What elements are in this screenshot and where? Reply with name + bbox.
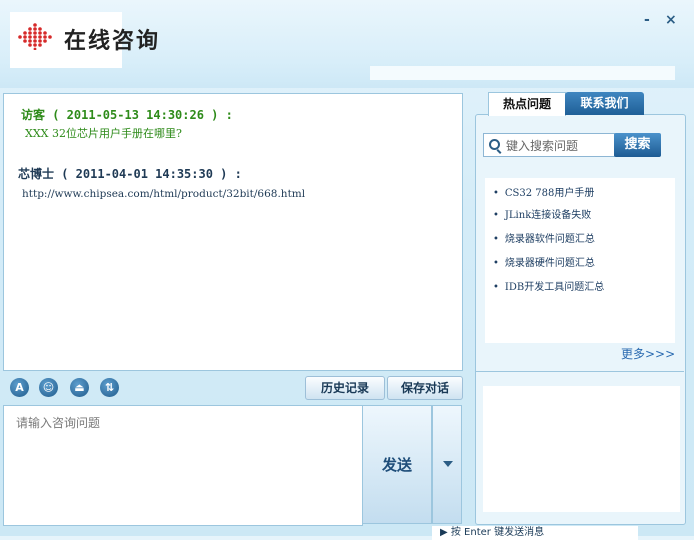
hot-questions-list: CS32 788用户手册 JLink连接设备失败 烧录器软件问题汇总 烧录器硬件… [485, 178, 675, 343]
list-item[interactable]: JLink连接设备失败 [493, 206, 591, 221]
send-options-dropdown[interactable] [432, 405, 462, 524]
company-logo-icon [18, 23, 52, 50]
chat-toolbar: A ☺ ⏏ ⇅ 历史记录 保存对话 [3, 372, 463, 402]
chat-history[interactable]: 访客 ( 2011-05-13 14:30:26 ) : XXX 32位芯片用户… [3, 93, 463, 371]
history-button[interactable]: 历史记录 [305, 376, 385, 400]
save-conversation-button[interactable]: 保存对话 [387, 376, 463, 400]
chevron-down-icon [443, 461, 453, 467]
font-icon[interactable]: A [10, 378, 29, 397]
list-item[interactable]: 烧录器软件问题汇总 [493, 230, 595, 245]
search-input[interactable] [504, 136, 614, 156]
tab-contact-us[interactable]: 联系我们 [565, 92, 644, 115]
visitor-message-header: 访客 ( 2011-05-13 14:30:26 ) : [21, 108, 233, 122]
tab-hot-questions[interactable]: 热点问题 [488, 92, 566, 116]
status-tooltip: ▶ 按 Enter 键发送消息 [432, 526, 638, 540]
send-button[interactable]: 发送 [362, 405, 432, 524]
message-input[interactable] [4, 406, 368, 525]
minimize-button[interactable]: - [644, 12, 650, 28]
more-questions-link[interactable]: 更多>>> [621, 345, 675, 362]
visitor-message-text: XXX 32位芯片用户手册在哪里? [25, 127, 182, 140]
message-input-area [3, 405, 368, 526]
file-transfer-icon[interactable]: ⇅ [100, 378, 119, 397]
panel-divider [476, 371, 684, 372]
screenshot-icon[interactable]: ⏏ [70, 378, 89, 397]
app-title: 在线咨询 [64, 29, 161, 54]
expert-message-link[interactable]: http://www.chipsea.com/html/product/32bi… [22, 188, 305, 200]
list-item[interactable]: IDB开发工具问题汇总 [493, 278, 604, 293]
search-field [483, 133, 615, 157]
panel-lower-area [483, 386, 680, 512]
search-icon [489, 139, 500, 150]
close-button[interactable]: × [665, 12, 677, 28]
list-item[interactable]: 烧录器硬件问题汇总 [493, 254, 595, 269]
header-strip [370, 66, 675, 80]
search-button[interactable]: 搜索 [614, 133, 661, 157]
expert-message-header: 芯博士 ( 2011-04-01 14:35:30 ) : [18, 167, 242, 181]
list-item[interactable]: CS32 788用户手册 [493, 184, 595, 199]
emoji-icon[interactable]: ☺ [39, 378, 58, 397]
